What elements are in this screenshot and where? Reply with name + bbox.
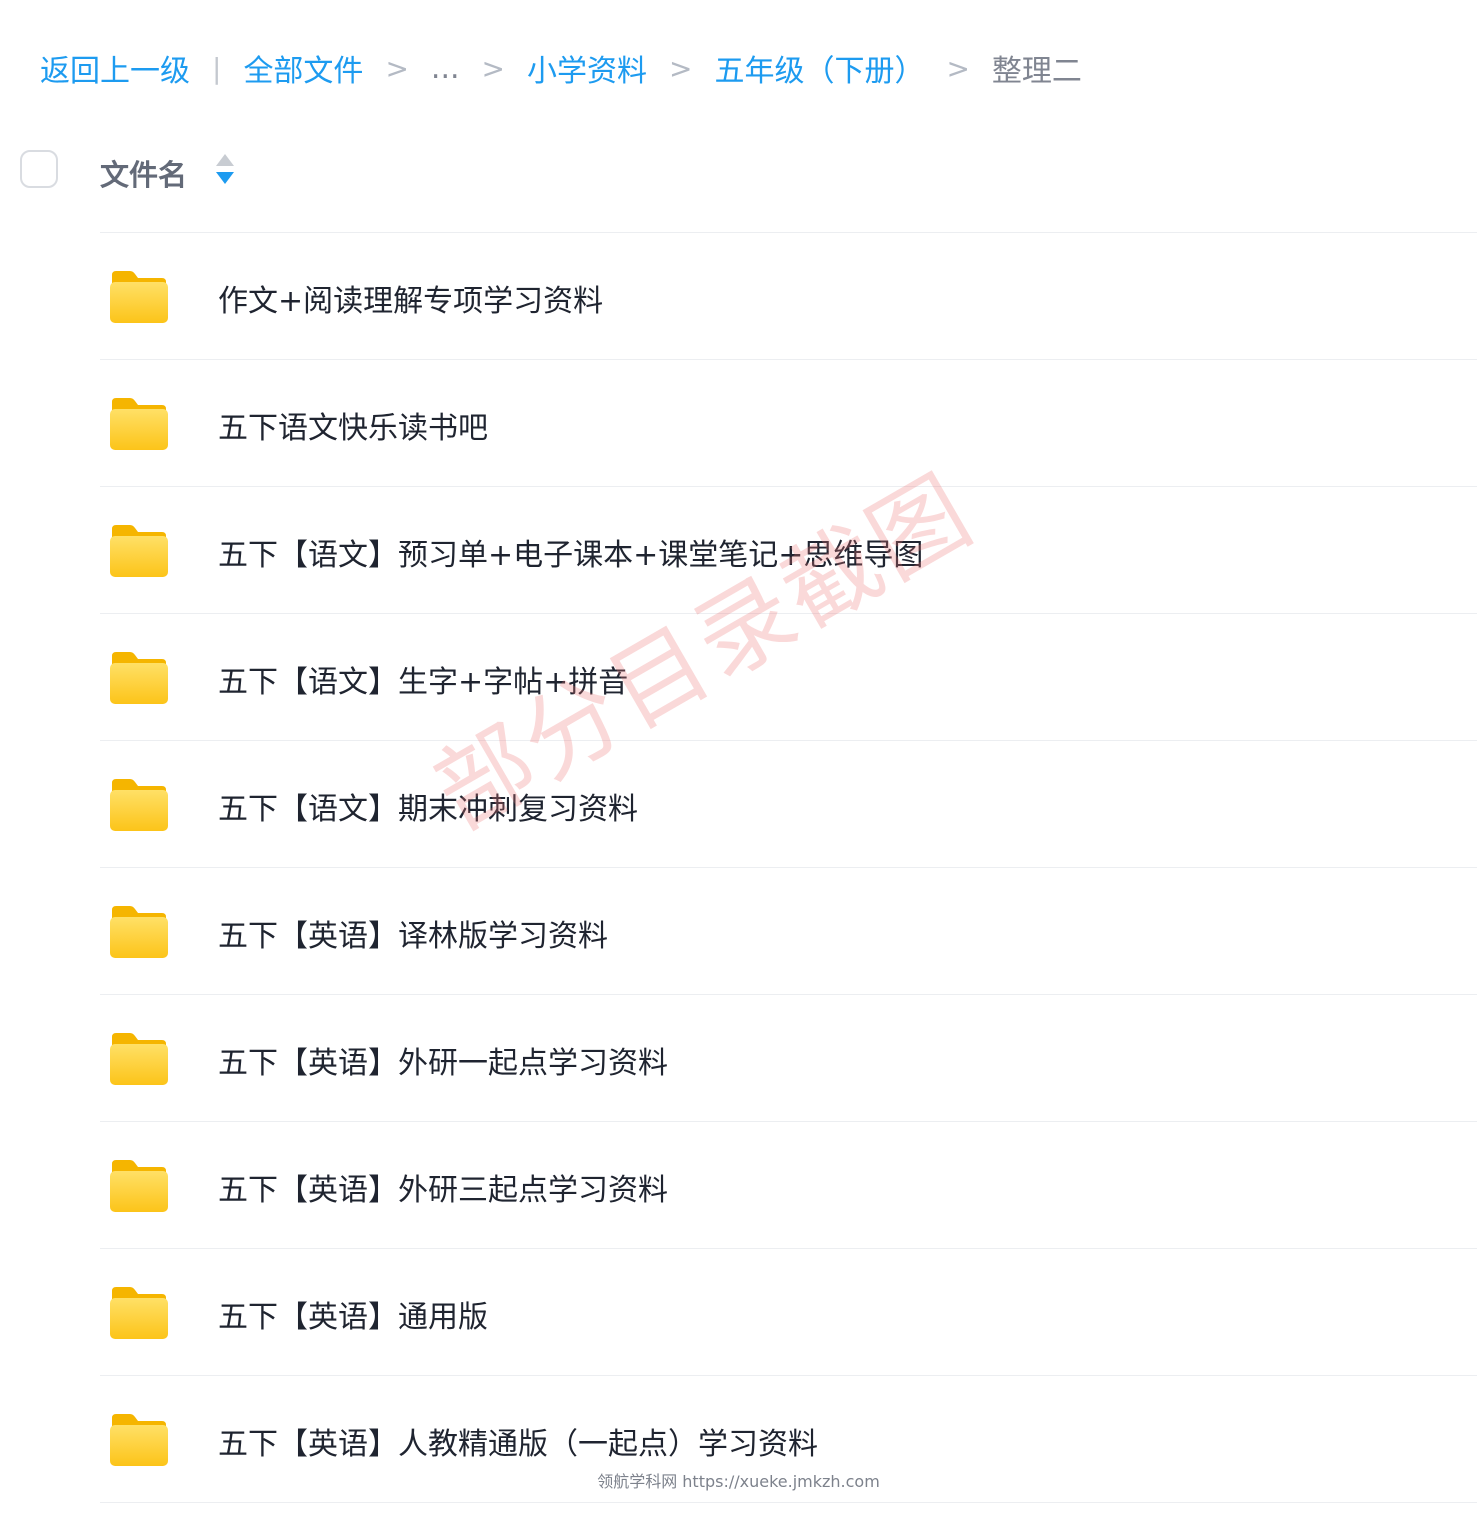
breadcrumb-separator: > (946, 51, 970, 85)
footer-credit: 领航学科网 https://xueke.jmkzh.com (597, 1472, 880, 1491)
folder-icon (108, 1031, 170, 1087)
file-row[interactable]: 五下【语文】预习单+电子课本+课堂笔记+思维导图 (100, 486, 1477, 613)
file-name[interactable]: 五下【语文】期末冲刺复习资料 (218, 784, 638, 828)
folder-icon (108, 777, 170, 833)
file-row[interactable]: 五下【语文】期末冲刺复习资料 (100, 740, 1477, 867)
file-name[interactable]: 五下【英语】译林版学习资料 (218, 911, 608, 955)
file-name[interactable]: 五下【英语】外研一起点学习资料 (218, 1038, 668, 1082)
breadcrumb-current: 整理二 (991, 54, 1082, 89)
file-name[interactable]: 五下【语文】预习单+电子课本+课堂笔记+思维导图 (218, 530, 923, 574)
file-row[interactable]: 作文+阅读理解专项学习资料 (100, 232, 1477, 359)
back-link[interactable]: 返回上一级 (40, 46, 190, 90)
file-name[interactable]: 五下【英语】通用版 (218, 1292, 488, 1336)
breadcrumb-all-files[interactable]: 全部文件 (243, 46, 363, 90)
folder-icon (108, 523, 170, 579)
file-row[interactable]: 五下【语文】生字+字帖+拼音 (100, 613, 1477, 740)
breadcrumb-primary-school[interactable]: 小学资料 (527, 46, 647, 90)
folder-icon (108, 1158, 170, 1214)
file-list: 作文+阅读理解专项学习资料 五下语文快乐读书吧五下【语文】预习单+电子课本+课堂笔… (100, 232, 1477, 1503)
breadcrumb: 返回上一级 | 全部文件 > ... > 小学资料 > 五年级（下册） > 整理… (40, 44, 1082, 92)
file-row[interactable]: 五下【英语】译林版学习资料 (100, 867, 1477, 994)
file-list-header: 文件名 (0, 140, 1477, 204)
file-row[interactable]: 五下【英语】通用版 (100, 1248, 1477, 1375)
file-row[interactable]: 五下语文快乐读书吧 (100, 359, 1477, 486)
folder-icon (108, 269, 170, 325)
file-name[interactable]: 五下【英语】人教精通版（一起点）学习资料 (218, 1419, 818, 1463)
sort-updown-icon[interactable] (214, 152, 236, 186)
file-name[interactable]: 五下【英语】外研三起点学习资料 (218, 1165, 668, 1209)
folder-icon (108, 904, 170, 960)
folder-icon (108, 650, 170, 706)
breadcrumb-separator: > (668, 51, 693, 85)
folder-icon (108, 1285, 170, 1341)
column-filename[interactable]: 文件名 (100, 152, 187, 194)
file-name[interactable]: 五下语文快乐读书吧 (218, 403, 488, 447)
file-row[interactable]: 五下【英语】外研三起点学习资料 (100, 1121, 1477, 1248)
file-name[interactable]: 作文+阅读理解专项学习资料 (218, 276, 603, 320)
folder-icon (108, 1412, 170, 1468)
breadcrumb-grade-five[interactable]: 五年级（下册） (714, 46, 924, 90)
file-row[interactable]: 五下【英语】外研一起点学习资料 (100, 994, 1477, 1121)
breadcrumb-separator: > (481, 51, 505, 85)
breadcrumb-ellipsis[interactable]: ... (431, 51, 460, 86)
folder-icon (108, 396, 170, 452)
breadcrumb-divider: | (212, 51, 222, 85)
breadcrumb-separator: > (385, 51, 409, 85)
file-name[interactable]: 五下【语文】生字+字帖+拼音 (218, 657, 628, 701)
select-all-checkbox[interactable] (20, 150, 58, 188)
